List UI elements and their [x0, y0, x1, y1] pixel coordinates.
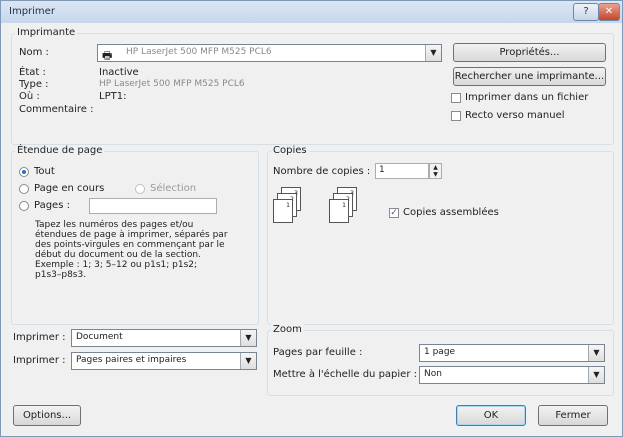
- chevron-down-icon: ▼: [240, 330, 256, 346]
- range-current-label: Page en cours: [34, 183, 105, 194]
- scale-to-paper-select[interactable]: Non ▼: [419, 366, 605, 384]
- ok-button[interactable]: OK: [456, 405, 526, 426]
- window-title: Imprimer: [9, 6, 55, 17]
- page-range-caption: Étendue de page: [15, 145, 105, 156]
- print-pages-label: Imprimer :: [13, 355, 66, 366]
- pages-input[interactable]: [89, 198, 217, 214]
- printer-name-select[interactable]: 🖶 HP LaserJet 500 MFP M525 PCL6 ▼: [97, 44, 442, 62]
- dialog-body: Imprimante Nom : 🖶 HP LaserJet 500 MFP M…: [5, 25, 618, 433]
- copies-count-label: Nombre de copies :: [273, 166, 371, 177]
- printer-where-value: LPT1:: [99, 91, 127, 102]
- pages-per-sheet-select[interactable]: 1 page ▼: [419, 344, 605, 362]
- range-selection-radio[interactable]: [135, 184, 145, 194]
- range-current-radio[interactable]: [19, 184, 29, 194]
- range-pages-label: Pages :: [34, 200, 70, 211]
- collate-checkbox[interactable]: ✓: [389, 208, 399, 218]
- range-all-label: Tout: [34, 166, 55, 177]
- range-selection-label: Sélection: [150, 183, 197, 194]
- manual-duplex-label: Recto verso manuel: [465, 110, 565, 121]
- options-button[interactable]: Options...: [13, 405, 81, 426]
- printer-state-value: Inactive: [99, 67, 139, 78]
- scale-to-paper-label: Mettre à l'échelle du papier :: [273, 369, 417, 380]
- printer-type-value: HP LaserJet 500 MFP M525 PCL6: [99, 79, 245, 89]
- title-bar: Imprimer ? ✕: [1, 1, 622, 23]
- doc-page-icon: 1: [273, 199, 293, 223]
- close-button[interactable]: Fermer: [538, 405, 608, 426]
- help-button[interactable]: ?: [573, 3, 599, 21]
- print-what-label: Imprimer :: [13, 332, 66, 343]
- scale-to-paper-value: Non: [424, 369, 442, 379]
- print-what-select[interactable]: Document ▼: [71, 329, 257, 347]
- printer-group-caption: Imprimante: [15, 27, 78, 38]
- chevron-down-icon: ▼: [433, 171, 438, 178]
- range-pages-radio[interactable]: [19, 201, 29, 211]
- print-to-file-checkbox[interactable]: [451, 93, 461, 103]
- printer-type-label: Type :: [19, 79, 49, 90]
- printer-state-label: État :: [19, 67, 46, 78]
- print-pages-value: Pages paires et impaires: [76, 355, 187, 365]
- find-printer-button[interactable]: Rechercher une imprimante...: [453, 67, 606, 86]
- chevron-up-icon: ▲: [433, 164, 438, 171]
- copies-caption: Copies: [271, 145, 309, 156]
- page-range-hint: Tapez les numéros des pages et/ou étendu…: [35, 220, 228, 280]
- printer-comment-label: Commentaire :: [19, 104, 94, 115]
- manual-duplex-checkbox[interactable]: [451, 111, 461, 121]
- collate-label: Copies assemblées: [403, 207, 499, 218]
- chevron-down-icon: ▼: [588, 345, 604, 361]
- copies-spinner[interactable]: ▲ ▼: [429, 163, 442, 179]
- printer-where-label: Où :: [19, 91, 40, 102]
- pages-per-sheet-label: Pages par feuille :: [273, 347, 363, 358]
- printer-name-label: Nom :: [19, 47, 49, 58]
- zoom-group: [267, 330, 614, 396]
- zoom-caption: Zoom: [271, 324, 304, 335]
- range-all-radio[interactable]: [19, 167, 29, 177]
- printer-icon: 🖶: [102, 49, 113, 62]
- properties-button[interactable]: Propriétés...: [453, 43, 606, 62]
- print-dialog: Imprimer ? ✕ Imprimante Nom : 🖶 HP Laser…: [0, 0, 623, 437]
- chevron-down-icon: ▼: [588, 367, 604, 383]
- pages-per-sheet-value: 1 page: [424, 347, 456, 357]
- print-pages-select[interactable]: Pages paires et impaires ▼: [71, 352, 257, 370]
- print-what-value: Document: [76, 332, 123, 342]
- copies-count-input[interactable]: 1: [375, 163, 429, 179]
- chevron-down-icon: ▼: [425, 45, 441, 61]
- doc-page-icon: 1: [329, 199, 349, 223]
- printer-name-value: HP LaserJet 500 MFP M525 PCL6: [126, 47, 272, 57]
- print-to-file-label: Imprimer dans un fichier: [465, 92, 589, 103]
- chevron-down-icon: ▼: [240, 353, 256, 369]
- close-window-button[interactable]: ✕: [598, 3, 620, 21]
